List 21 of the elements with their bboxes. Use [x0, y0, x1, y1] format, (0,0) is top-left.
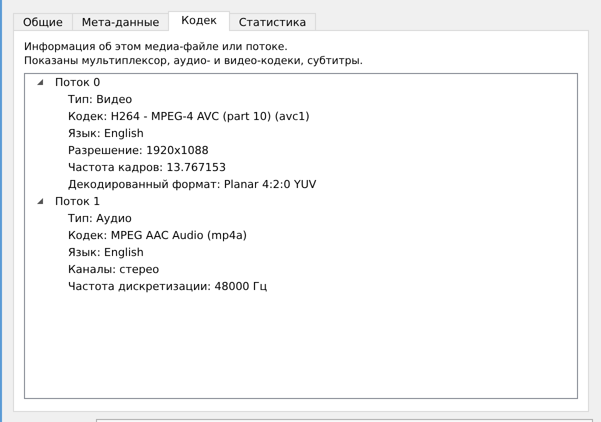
tree-item[interactable]: Частота дискретизации: 48000 Гц	[68, 280, 268, 293]
tree-node[interactable]: Поток 1	[55, 195, 100, 208]
tab[interactable]: Статистика	[228, 13, 316, 30]
tab[interactable]: Общие	[13, 13, 73, 30]
tree-item[interactable]: Частота кадров: 13.767153	[68, 161, 226, 174]
tree-item[interactable]: Тип: Видео	[68, 93, 132, 106]
info-text: Показаны мультиплексор, аудио- и видео-кодеки, субтитры.	[24, 54, 364, 68]
tree-item[interactable]: Язык: English	[68, 246, 144, 259]
expander-icon[interactable]	[37, 198, 44, 205]
tree-item[interactable]: Тип: Аудио	[68, 212, 132, 225]
tree-item[interactable]: Декодированный формат: Planar 4:2:0 YUV	[68, 178, 316, 191]
tree-item[interactable]: Кодек: MPEG AAC Audio (mp4a)	[68, 229, 247, 242]
info-text: Информация об этом медиа-файле или потоке.	[24, 40, 289, 54]
tree-node[interactable]: Поток 0	[55, 76, 100, 89]
tab[interactable]: Мета-данные	[72, 13, 170, 30]
tree-item[interactable]: Каналы: стерео	[68, 263, 160, 276]
tree-item[interactable]: Разрешение: 1920x1088	[68, 144, 209, 157]
expander-icon[interactable]	[37, 79, 44, 86]
tab[interactable]: Кодек	[168, 11, 230, 31]
tree-item[interactable]: Кодек: H264 - MPEG-4 AVC (part 10) (avc1)	[68, 110, 310, 123]
tree-item[interactable]: Язык: English	[68, 127, 144, 140]
